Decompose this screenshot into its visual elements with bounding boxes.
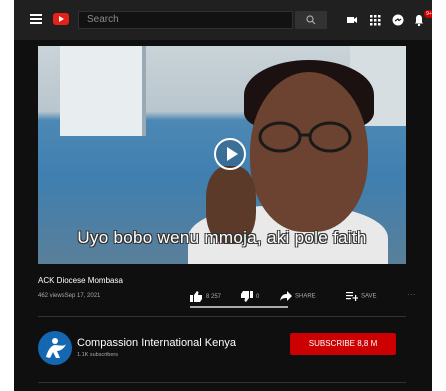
video-meta: 462 viewsSep 17, 2021 — [38, 293, 101, 299]
subscribe-button[interactable]: SUBSCRIBE 8,8 M — [290, 333, 396, 355]
play-button[interactable] — [214, 138, 246, 170]
save-button[interactable]: SAVE — [346, 291, 377, 301]
divider-bottom — [38, 382, 406, 383]
more-actions-button[interactable]: ... — [408, 291, 416, 297]
channel-avatar[interactable] — [38, 331, 72, 365]
compassion-logo-icon — [46, 338, 66, 358]
dislike-count: 0 — [256, 294, 260, 301]
subscriber-count: 1.1K subscribers — [77, 352, 118, 358]
search-input[interactable]: Search — [78, 11, 293, 29]
thumbs-up-icon — [190, 291, 202, 302]
channel-name[interactable]: Compassion International Kenya — [77, 337, 236, 349]
youtube-logo-icon[interactable] — [53, 13, 69, 25]
video-title: ACK Diocese Mombasa — [38, 276, 123, 285]
like-button[interactable]: 8 257 — [190, 291, 221, 302]
dislike-button[interactable]: 0 — [240, 291, 259, 302]
save-label: SAVE — [361, 293, 377, 300]
search-icon — [306, 15, 316, 25]
thumbs-down-icon — [241, 291, 253, 302]
video-player[interactable]: Uyo bobo wenu mmoja, aki pole faith — [38, 46, 406, 264]
divider — [38, 316, 406, 317]
like-ratio-bar — [190, 306, 288, 308]
save-playlist-icon — [346, 292, 359, 301]
video-frame-window — [60, 46, 146, 136]
search-button[interactable] — [295, 11, 327, 29]
menu-icon[interactable] — [30, 14, 42, 24]
share-button[interactable]: SHARE — [280, 291, 316, 301]
search-placeholder: Search — [87, 14, 119, 25]
like-count: 8 257 — [206, 294, 222, 301]
top-bar: Search 9+ — [14, 0, 432, 40]
create-video-icon[interactable] — [345, 13, 359, 27]
messages-icon[interactable] — [391, 13, 405, 27]
video-frame-glasses — [258, 121, 352, 153]
apps-grid-icon[interactable] — [368, 13, 382, 27]
video-caption: Uyo bobo wenu mmoja, aki pole faith — [77, 228, 367, 247]
youtube-window: Search 9+ Uyo bobo wenu mmoja, aki pole … — [14, 0, 432, 391]
share-label: SHARE — [295, 293, 316, 300]
notification-badge: 9+ — [424, 10, 432, 18]
share-icon — [280, 291, 292, 301]
